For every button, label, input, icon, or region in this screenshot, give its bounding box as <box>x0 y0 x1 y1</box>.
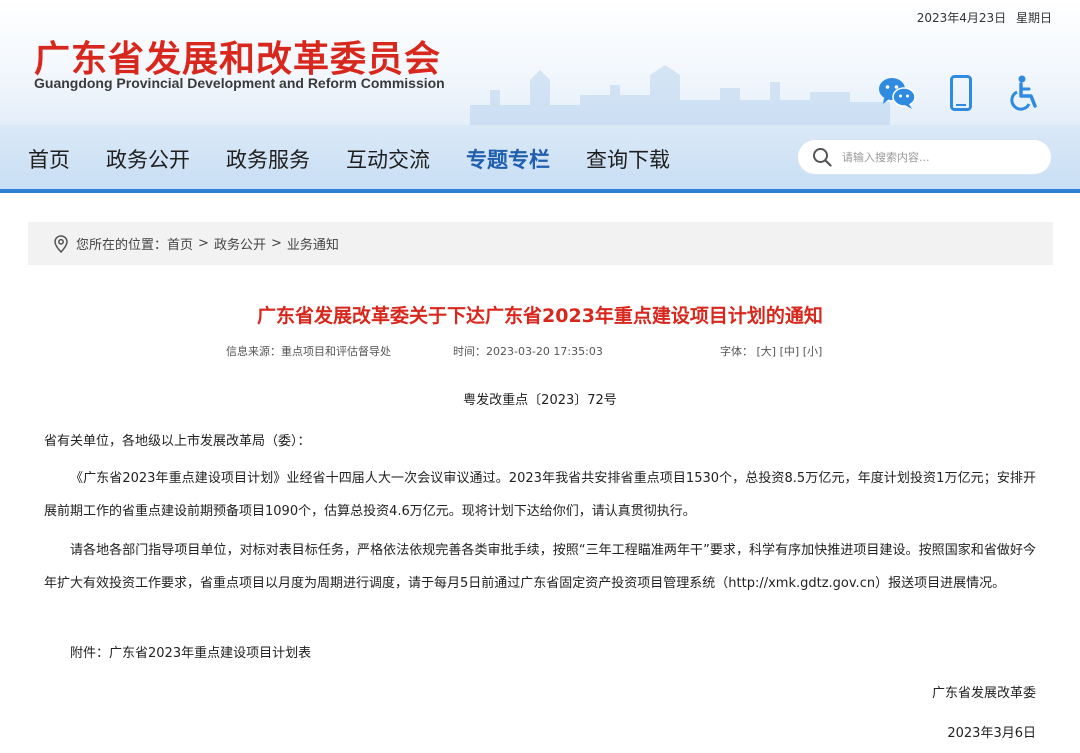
current-weekday: 星期日 <box>1015 11 1052 25</box>
header-tools <box>878 74 1044 112</box>
article-sign-date: 2023年3月6日 <box>947 726 1036 741</box>
search-icon[interactable] <box>812 147 832 167</box>
article-title: 广东省发展改革委关于下达广东省2023年重点建设项目计划的通知 <box>257 305 823 327</box>
skyline-decoration <box>470 65 890 125</box>
breadcrumb-business-notice[interactable]: 业务通知 <box>287 234 339 253</box>
site-header: 2023年4月23日 星期日 广东省发展和改革委员会 Guangdong Pro… <box>0 0 1080 125</box>
nav-item-query-download[interactable]: 查询下载 <box>586 144 670 174</box>
location-pin-icon <box>54 234 68 253</box>
nav-item-interaction[interactable]: 互动交流 <box>346 144 430 174</box>
article-time: 时间：2023-03-20 17:35:03 <box>453 345 603 358</box>
article-signature: 广东省发展改革委 <box>931 686 1036 701</box>
breadcrumb-separator: > <box>270 236 282 251</box>
search-box <box>797 139 1052 175</box>
article-paragraph-1: 《广东省2023年重点建设项目计划》业经省十四届人大一次会议审议通过。2023年… <box>44 471 1036 519</box>
nav-item-government-affairs-open[interactable]: 政务公开 <box>106 144 190 174</box>
breadcrumb-separator: > <box>198 236 209 251</box>
font-size-large[interactable]: [大] <box>757 345 777 358</box>
article-attachment[interactable]: 附件：广东省2023年重点建设项目计划表 <box>44 637 1036 670</box>
font-size-medium[interactable]: [中] <box>780 345 800 358</box>
breadcrumb: 您所在的位置： 首页 > 政务公开 > 业务通知 <box>28 222 1053 265</box>
article-addressee: 省有关单位，各地级以上市发展改革局（委）： <box>44 434 311 449</box>
search-input[interactable] <box>842 150 1032 164</box>
article-paragraph-2: 请各地各部门指导项目单位，对标对表目标任务，严格依法依规完善各类审批手续，按照“… <box>44 543 1036 591</box>
nav-item-government-services[interactable]: 政务服务 <box>226 144 310 174</box>
breadcrumb-government-affairs[interactable]: 政务公开 <box>214 234 266 253</box>
wechat-icon[interactable] <box>878 74 916 112</box>
font-size-label: 字体： <box>720 345 753 358</box>
nav-items: 首页 政务公开 政务服务 互动交流 专题专栏 查询下载 <box>28 144 706 174</box>
nav-item-special-topics[interactable]: 专题专栏 <box>466 144 550 174</box>
mobile-icon[interactable] <box>942 74 980 112</box>
document-number: 粤发改重点〔2023〕72号 <box>463 393 617 408</box>
font-size-controls: 字体： [大] [中] [小] <box>720 343 822 359</box>
current-date: 2023年4月23日 <box>916 11 1007 25</box>
date-line: 2023年4月23日 星期日 <box>917 9 1052 26</box>
nav-item-home[interactable]: 首页 <box>28 144 70 174</box>
font-size-small[interactable]: [小] <box>803 345 823 358</box>
breadcrumb-prefix: 您所在的位置： <box>76 238 168 253</box>
breadcrumb-home[interactable]: 首页 <box>167 234 193 253</box>
site-logo-english: Guangdong Provincial Development and Ref… <box>34 75 445 91</box>
main-navigation: 首页 政务公开 政务服务 互动交流 专题专栏 查询下载 <box>0 125 1080 193</box>
accessibility-icon[interactable] <box>1006 74 1044 112</box>
article-source: 信息来源：重点项目和评估督导处 <box>226 345 391 358</box>
